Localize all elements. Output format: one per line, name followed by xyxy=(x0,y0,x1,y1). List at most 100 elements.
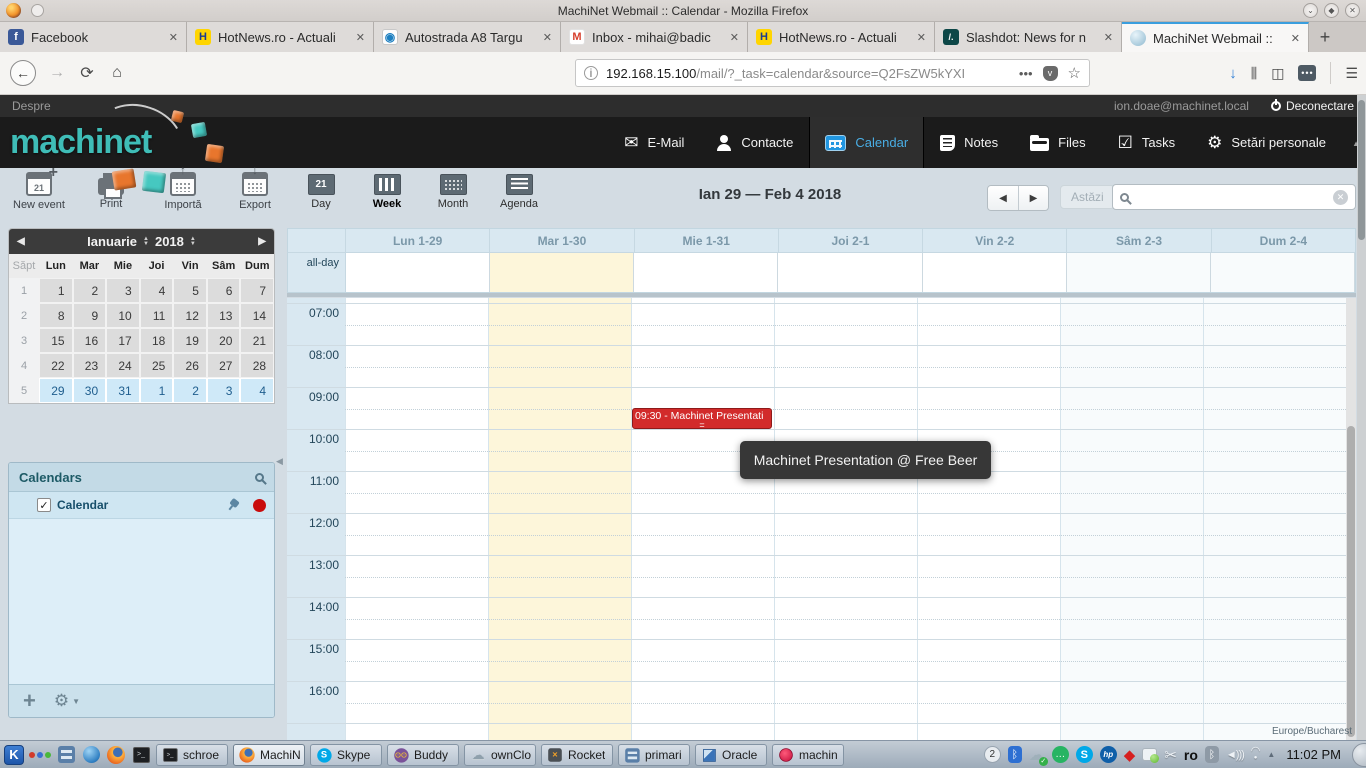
nav-item-notes[interactable]: Notes xyxy=(924,117,1014,168)
mini-cal-day[interactable]: 21 xyxy=(240,328,274,353)
browser-tab[interactable]: /. Slashdot: News for n ✕ xyxy=(935,22,1122,52)
mini-cal-day[interactable]: 1 xyxy=(140,378,174,403)
view-tab-agenda[interactable]: Agenda xyxy=(493,174,545,210)
url-bar[interactable]: i 192.168.15.100 /mail/?_task=calendar&s… xyxy=(575,59,1090,87)
calendar-search-icon[interactable] xyxy=(255,473,264,482)
mini-cal-day[interactable]: 26 xyxy=(173,353,207,378)
tab-close-icon[interactable]: ✕ xyxy=(1104,31,1113,44)
close-button[interactable]: ✕ xyxy=(1345,3,1360,18)
mini-cal-day[interactable]: 12 xyxy=(173,303,207,328)
taskbar-window-button[interactable]: × Rocket xyxy=(541,744,613,766)
browser-tab[interactable]: ◉ Autostrada A8 Targu ✕ xyxy=(374,22,561,52)
nav-item-contacte[interactable]: Contacte xyxy=(700,117,809,168)
pocket-icon[interactable]: v xyxy=(1043,66,1058,81)
back-button[interactable]: ← xyxy=(10,60,36,86)
mini-calendar-month[interactable]: Ianuarie xyxy=(87,234,137,249)
page-scrollbar-thumb[interactable] xyxy=(1358,100,1365,240)
mini-cal-day[interactable]: 31 xyxy=(106,378,140,403)
taskbar-window-button[interactable]: ☁ ownClo xyxy=(464,744,536,766)
all-day-cell[interactable] xyxy=(778,253,922,292)
mini-cal-day[interactable]: 8 xyxy=(39,303,73,328)
tab-close-icon[interactable]: ✕ xyxy=(543,31,552,44)
desktop-pager-icon[interactable] xyxy=(29,752,51,758)
minimize-button[interactable]: ⌄ xyxy=(1303,3,1318,18)
all-day-cell[interactable] xyxy=(490,253,634,292)
library-icon[interactable]: ⫼ xyxy=(1251,65,1257,82)
all-day-cell[interactable] xyxy=(634,253,778,292)
mini-cal-day[interactable]: 7 xyxy=(240,278,274,303)
nav-item-files[interactable]: Files xyxy=(1014,117,1101,168)
prev-week-button[interactable]: ◀ xyxy=(988,186,1018,210)
mini-cal-day[interactable]: 11 xyxy=(140,303,174,328)
week-view-scrollbar[interactable] xyxy=(1346,298,1356,740)
mini-cal-day[interactable]: 27 xyxy=(207,353,241,378)
calendar-checkbox[interactable]: ✓ xyxy=(37,498,51,512)
action-export[interactable]: ↓ Export xyxy=(224,172,286,211)
today-button[interactable]: Astăzi xyxy=(1060,185,1115,209)
reload-button[interactable]: ⟳ xyxy=(72,63,102,83)
forward-button[interactable]: → xyxy=(42,64,72,82)
day-column-header[interactable]: Sâm 2-3 xyxy=(1067,229,1211,252)
calendar-event[interactable]: 09:30 - Machinet Presentati xyxy=(632,408,772,429)
scissors-icon[interactable]: ✂ xyxy=(1164,746,1177,764)
mini-cal-day[interactable]: 30 xyxy=(73,378,107,403)
mini-cal-day[interactable]: 18 xyxy=(140,328,174,353)
bluetooth-icon[interactable]: ᛒ xyxy=(1008,746,1022,763)
view-tab-day[interactable]: 21 Day xyxy=(295,174,347,210)
day-column-header[interactable]: Mar 1-30 xyxy=(490,229,634,252)
keyboard-layout[interactable]: ro xyxy=(1184,747,1198,763)
mini-cal-day[interactable]: 24 xyxy=(106,353,140,378)
mini-cal-day[interactable]: 14 xyxy=(240,303,274,328)
extension-icon[interactable]: ••• xyxy=(1298,65,1316,81)
maximize-button[interactable]: ◆ xyxy=(1324,3,1339,18)
home-button[interactable]: ⌂ xyxy=(102,64,132,82)
volume-icon[interactable]: ◄))) xyxy=(1226,749,1244,761)
about-link[interactable]: Despre xyxy=(12,99,51,113)
wifi-icon[interactable]: ◠● xyxy=(1251,748,1261,762)
day-column-header[interactable]: Joi 2-1 xyxy=(779,229,923,252)
taskbar-window-button[interactable]: >_ schroe xyxy=(156,744,228,766)
mini-cal-day[interactable]: 13 xyxy=(207,303,241,328)
search-box[interactable]: ✕ xyxy=(1112,184,1356,210)
browser-tab[interactable]: M Inbox - mihai@badic ✕ xyxy=(561,22,748,52)
mini-cal-day[interactable]: 23 xyxy=(73,353,107,378)
nav-item-e-mail[interactable]: ✉ E-Mail xyxy=(608,117,700,168)
downloads-icon[interactable]: ↓ xyxy=(1229,65,1237,82)
tab-close-icon[interactable]: ✕ xyxy=(356,31,365,44)
year-spinner-icon[interactable]: ▲▼ xyxy=(190,237,196,247)
tab-close-icon[interactable]: ✕ xyxy=(169,31,178,44)
clock[interactable]: 11:02 PM xyxy=(1286,747,1341,762)
skype-tray-icon[interactable]: S xyxy=(1076,746,1093,763)
mini-cal-day[interactable]: 9 xyxy=(73,303,107,328)
page-scrollbar[interactable] xyxy=(1357,95,1366,740)
next-week-button[interactable]: ▶ xyxy=(1018,186,1048,210)
search-input[interactable] xyxy=(1136,190,1326,204)
mini-cal-day[interactable]: 10 xyxy=(106,303,140,328)
calendar-color-dot[interactable] xyxy=(253,499,266,512)
mini-calendar-year[interactable]: 2018 xyxy=(155,234,184,249)
mini-cal-day[interactable]: 17 xyxy=(106,328,140,353)
site-info-icon[interactable]: i xyxy=(584,66,598,80)
prev-month-icon[interactable]: ◀ xyxy=(17,236,25,247)
next-month-icon[interactable]: ▶ xyxy=(258,236,266,247)
view-tab-week[interactable]: Week xyxy=(361,174,413,210)
tab-close-icon[interactable]: ✕ xyxy=(917,31,926,44)
browser-tab[interactable]: MachiNet Webmail :: ✕ xyxy=(1122,22,1309,52)
mini-cal-day[interactable]: 22 xyxy=(39,353,73,378)
taskbar-window-button[interactable]: ʘʘ Buddy xyxy=(387,744,459,766)
mini-cal-day[interactable]: 3 xyxy=(207,378,241,403)
nav-item-calendar[interactable]: Calendar xyxy=(809,117,924,168)
month-spinner-icon[interactable]: ▲▼ xyxy=(143,237,149,247)
all-day-cell[interactable] xyxy=(923,253,1067,292)
bookmark-star-icon[interactable]: ☆ xyxy=(1068,64,1081,82)
day-column-header[interactable]: Lun 1-29 xyxy=(346,229,490,252)
mini-cal-day[interactable]: 6 xyxy=(207,278,241,303)
taskbar-window-button[interactable]: MachiN xyxy=(233,744,305,766)
messages-icon[interactable] xyxy=(1142,748,1157,761)
calendar-settings-button[interactable]: ⚙▼ xyxy=(54,691,80,711)
mini-cal-day[interactable]: 2 xyxy=(173,378,207,403)
sidebar-icon[interactable]: ◫ xyxy=(1271,65,1284,82)
mini-cal-day[interactable]: 25 xyxy=(140,353,174,378)
mini-cal-day[interactable]: 28 xyxy=(240,353,274,378)
bluetooth-gray-icon[interactable]: ᛒ xyxy=(1205,746,1219,763)
